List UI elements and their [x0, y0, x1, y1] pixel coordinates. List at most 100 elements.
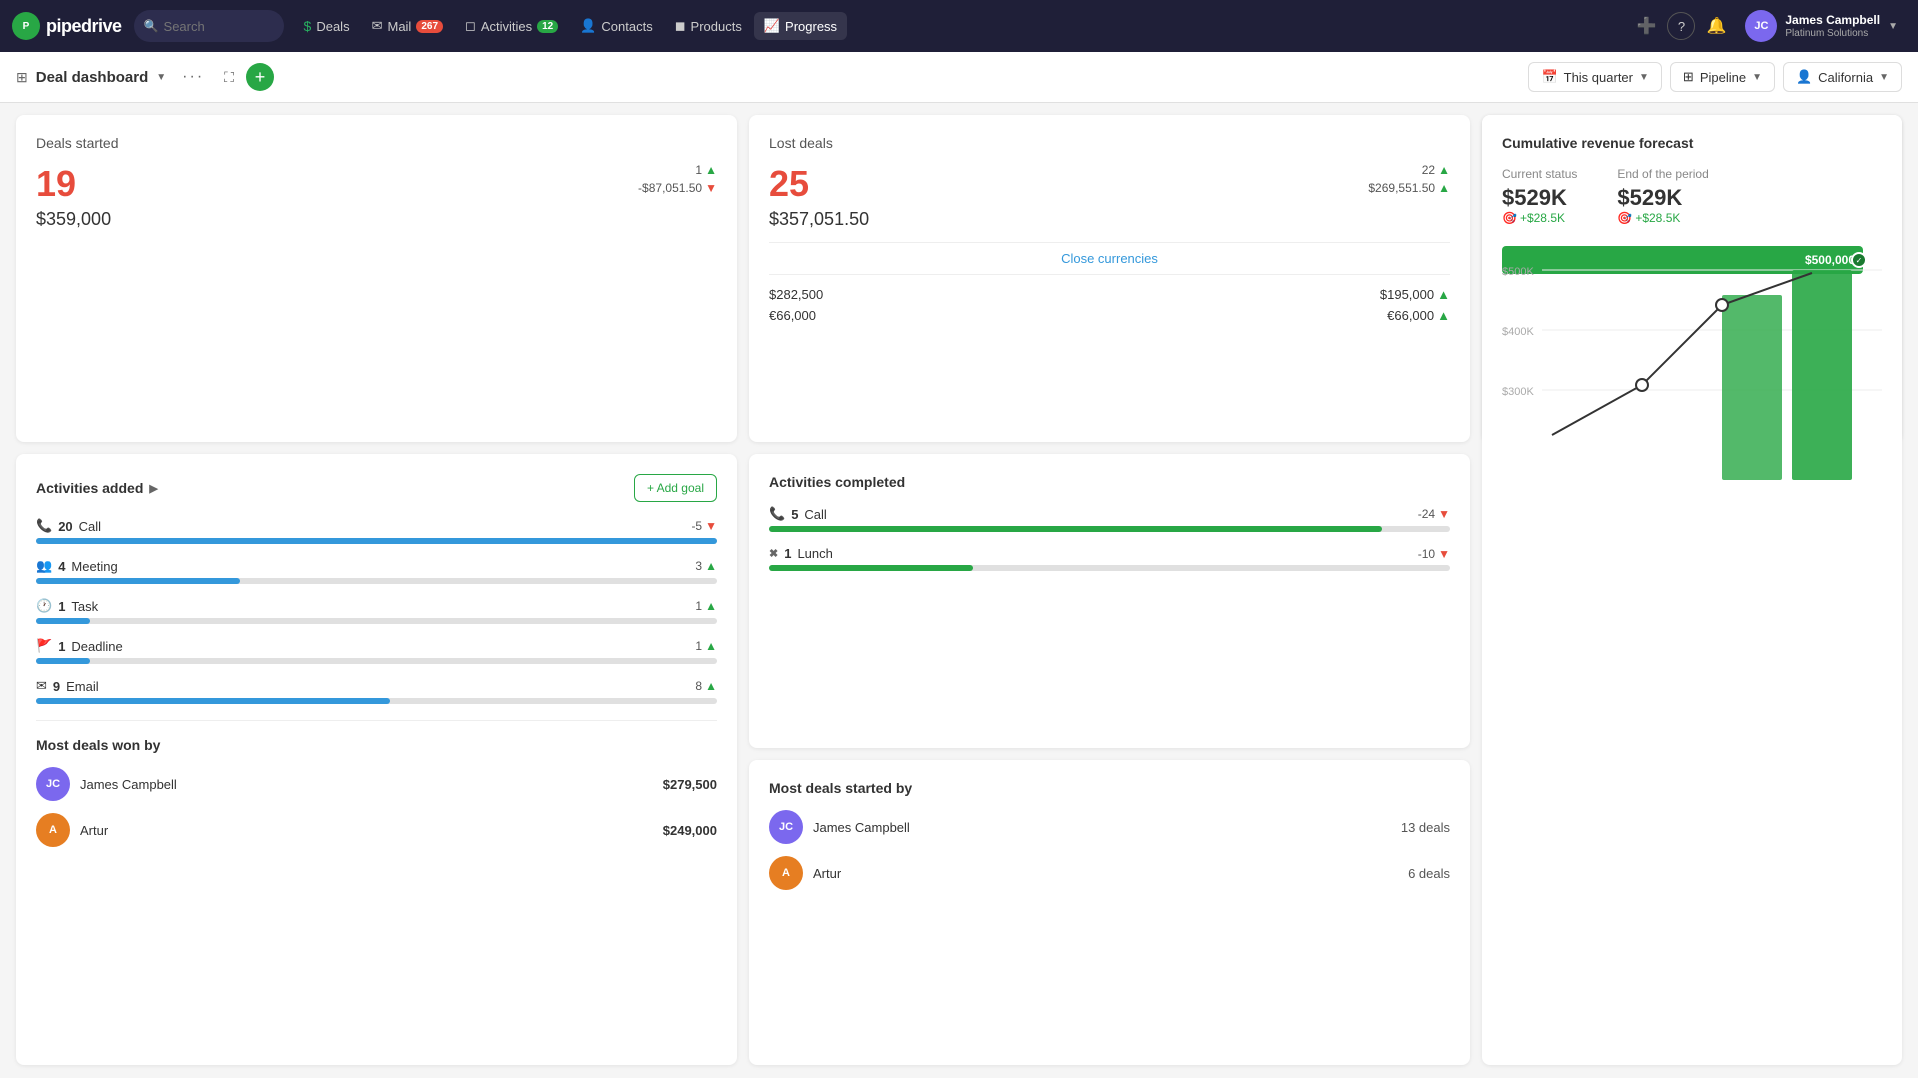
- divider-1: [36, 720, 717, 721]
- contacts-icon: 👤: [580, 18, 596, 34]
- help-button[interactable]: ?: [1667, 12, 1695, 40]
- started-person-2-name: Artur: [813, 866, 841, 881]
- nav-item-contacts[interactable]: 👤 Contacts: [570, 12, 663, 40]
- activities-added-title: Activities added ▶: [36, 480, 158, 496]
- user-name: James Campbell: [1785, 13, 1880, 27]
- meeting-icon: 👥: [36, 558, 52, 574]
- person-2-avatar: A: [36, 813, 70, 847]
- close-currencies-link[interactable]: Close currencies: [769, 242, 1450, 275]
- activity-email-label: ✉ 9 Email: [36, 678, 99, 694]
- person-row-2: A Artur $249,000: [36, 813, 717, 847]
- person-1-name: James Campbell: [80, 777, 177, 792]
- started-person-1-deals: 13 deals: [1401, 820, 1450, 835]
- most-deals-started-title: Most deals started by: [769, 780, 1450, 796]
- activity-task-row: 🕐 1 Task 1 ▲: [36, 598, 717, 624]
- end-period-col: End of the period $529K 🎯 +$28.5K: [1617, 167, 1708, 225]
- svg-text:$400K: $400K: [1502, 326, 1534, 338]
- more-options-button[interactable]: ···: [174, 64, 212, 90]
- started-person-2-deals: 6 deals: [1408, 866, 1450, 881]
- most-deals-started-card: Most deals started by JC James Campbell …: [749, 760, 1470, 1065]
- forecast-title: Cumulative revenue forecast: [1502, 135, 1882, 151]
- person-1-avatar: JC: [36, 767, 70, 801]
- call-arrow: ▼: [705, 519, 717, 533]
- time-filter[interactable]: 📅 This quarter ▼: [1528, 62, 1661, 92]
- completed-lunch-arrow: ▼: [1438, 547, 1450, 561]
- location-chevron-icon: ▼: [1879, 72, 1889, 83]
- add-goal-button[interactable]: + Add goal: [634, 474, 717, 502]
- lost-deals-count: 25: [769, 163, 869, 205]
- pipeline-icon: ⊞: [1683, 69, 1694, 85]
- lost-deals-title: Lost deals: [769, 135, 1450, 151]
- deals-started-card: Deals started 19 $359,000 1 ▲ -$87,051.5…: [16, 115, 737, 442]
- nav-item-activities[interactable]: ◻ Activities 12: [455, 12, 568, 40]
- pipeline-chevron-icon: ▼: [1752, 72, 1762, 83]
- started-person-row-2: A Artur 6 deals: [769, 856, 1450, 890]
- activities-arrow-icon: ▶: [149, 482, 157, 495]
- search-icon: 🔍: [144, 19, 159, 33]
- top-nav: P pipedrive 🔍 $ Deals ✉ Mail 267 ◻ Activ…: [0, 0, 1918, 52]
- add-button[interactable]: +: [246, 63, 274, 91]
- page-title: Deal dashboard: [36, 69, 149, 86]
- forecast-chart-svg: $500K $400K $300K: [1502, 245, 1882, 485]
- call-icon: 📞: [36, 518, 52, 534]
- deals-started-title: Deals started: [36, 135, 717, 151]
- activity-call-row: 📞 20 Call -5 ▼: [36, 518, 717, 544]
- most-deals-won-title: Most deals won by: [36, 737, 717, 753]
- pipeline-filter[interactable]: ⊞ Pipeline ▼: [1670, 62, 1775, 92]
- deals-started-amount: $359,000: [36, 209, 111, 230]
- end-goal-amount: 🎯 +$28.5K: [1617, 211, 1708, 225]
- lost-count-arrow: ▲: [1438, 163, 1450, 177]
- toolbar-right: 📅 This quarter ▼ ⊞ Pipeline ▼ 👤 Californ…: [1528, 62, 1902, 92]
- started-person-1-avatar: JC: [769, 810, 803, 844]
- activity-email-row: ✉ 9 Email 8 ▲: [36, 678, 717, 704]
- nav-item-deals[interactable]: $ Deals: [294, 12, 360, 40]
- person-1-amount: $279,500: [663, 777, 717, 792]
- forecast-card: Cumulative revenue forecast Current stat…: [1482, 115, 1902, 1065]
- started-person-1-name: James Campbell: [813, 820, 910, 835]
- activity-deadline-row: 🚩 1 Deadline 1 ▲: [36, 638, 717, 664]
- activity-meeting-label: 👥 4 Meeting: [36, 558, 118, 574]
- person-2-amount: $249,000: [663, 823, 717, 838]
- deals-started-amount-change: -$87,051.50 ▼: [638, 181, 717, 195]
- expand-button[interactable]: ⛶: [220, 65, 238, 90]
- activities-icon: ◻: [465, 18, 476, 34]
- person-2-name: Artur: [80, 823, 108, 838]
- deadline-icon: 🚩: [36, 638, 52, 654]
- lost-deals-count-change: 22 ▲: [1368, 163, 1450, 177]
- add-nav-button[interactable]: ➕: [1632, 11, 1662, 41]
- deals-started-amount-arrow: ▼: [705, 181, 717, 195]
- notifications-button[interactable]: 🔔: [1701, 11, 1731, 41]
- completed-lunch-row: ✖ 1 Lunch -10 ▼: [769, 546, 1450, 571]
- logo[interactable]: P pipedrive: [12, 12, 122, 40]
- lost-deals-amount: $357,051.50: [769, 209, 869, 230]
- deadline-arrow: ▲: [705, 639, 717, 653]
- person-icon: 👤: [1796, 69, 1812, 85]
- started-person-row-1: JC James Campbell 13 deals: [769, 810, 1450, 844]
- user-chevron-icon: ▼: [1888, 21, 1898, 32]
- nav-item-products[interactable]: ◼ Products: [665, 12, 752, 40]
- activities-added-card: Activities added ▶ + Add goal 📞 20 Call …: [16, 454, 737, 1065]
- search-wrap: 🔍: [134, 10, 284, 42]
- svg-text:$300K: $300K: [1502, 386, 1534, 398]
- mail-badge: 267: [416, 20, 443, 33]
- task-arrow: ▲: [705, 599, 717, 613]
- nav-item-progress[interactable]: 📈 Progress: [754, 12, 847, 40]
- lost-amount-arrow: ▲: [1438, 181, 1450, 195]
- currency-1-arrow: ▲: [1437, 287, 1450, 302]
- time-chevron-icon: ▼: [1639, 72, 1649, 83]
- completed-call-arrow: ▼: [1438, 507, 1450, 521]
- location-filter[interactable]: 👤 California ▼: [1783, 62, 1902, 92]
- nav-right: ➕ ? 🔔 JC James Campbell Platinum Solutio…: [1632, 6, 1906, 46]
- task-icon: 🕐: [36, 598, 52, 614]
- lost-deals-card: Lost deals 25 $357,051.50 22 ▲ $269,551.…: [749, 115, 1470, 442]
- deals-icon: $: [304, 18, 312, 34]
- email-icon: ✉: [36, 678, 47, 694]
- svg-text:$500K: $500K: [1502, 266, 1534, 278]
- activities-completed-title: Activities completed: [769, 474, 1450, 490]
- user-section[interactable]: JC James Campbell Platinum Solutions ▼: [1737, 6, 1906, 46]
- nav-item-mail[interactable]: ✉ Mail 267: [362, 12, 453, 40]
- completed-lunch-icon: ✖: [769, 547, 778, 560]
- completed-call-icon: 📞: [769, 506, 785, 522]
- deals-started-count-change: 1 ▲: [638, 163, 717, 177]
- current-status-col: Current status $529K 🎯 +$28.5K: [1502, 167, 1577, 225]
